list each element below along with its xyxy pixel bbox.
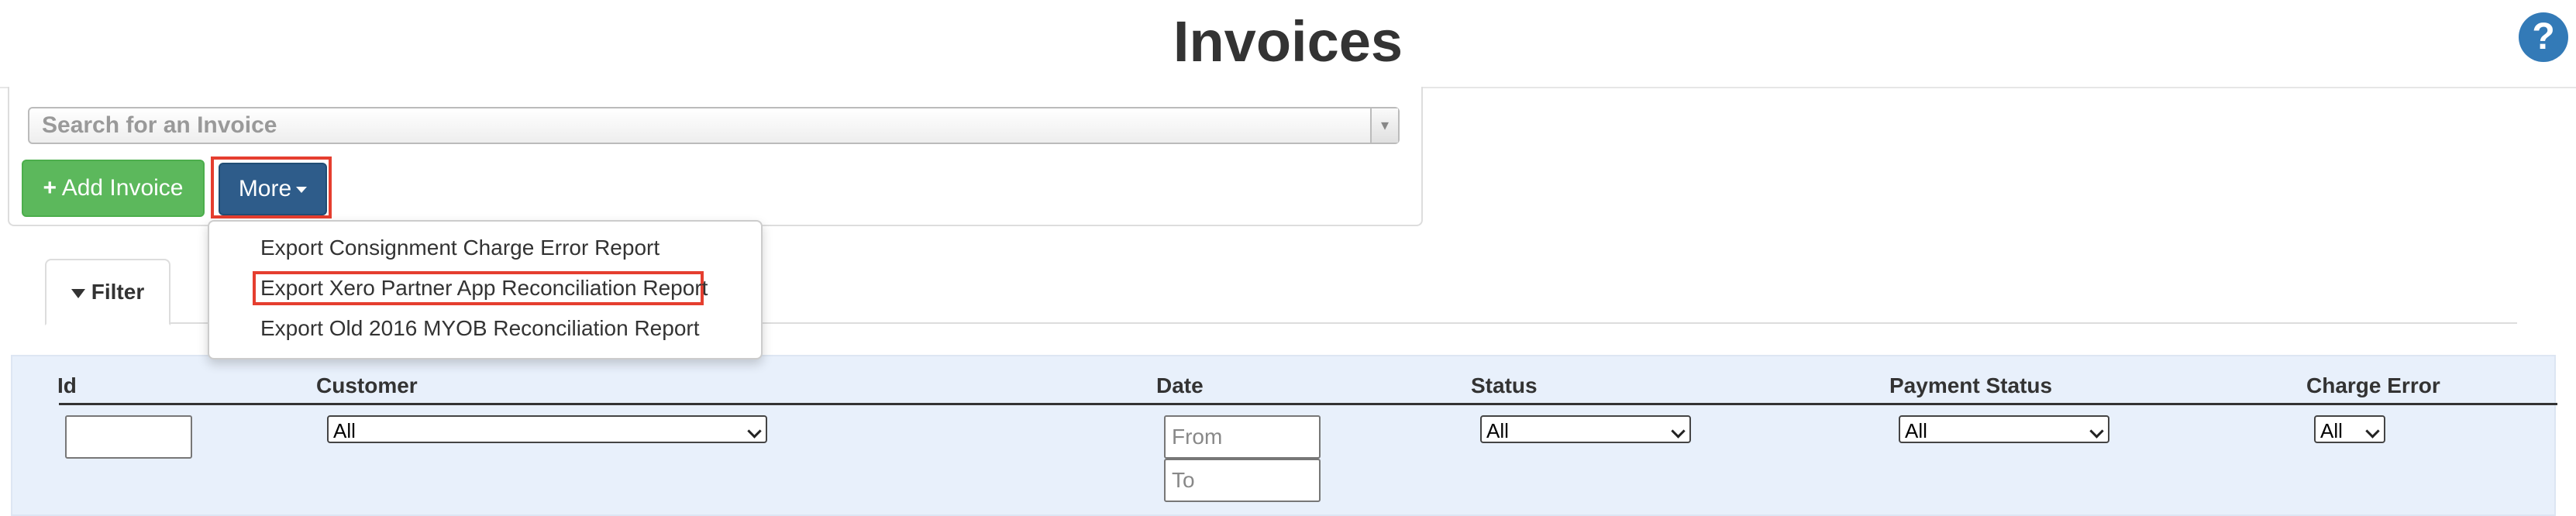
search-panel: Search for an Invoice ▾ + Add Invoice Mo…	[8, 87, 1423, 226]
question-circle-icon[interactable]: ?	[2519, 12, 2568, 62]
column-header-payment-status: Payment Status	[1889, 373, 2053, 397]
column-header-status: Status	[1471, 373, 1538, 397]
date-from-input[interactable]: From	[1164, 415, 1321, 459]
column-header-charge-error: Charge Error	[2306, 373, 2440, 397]
status-filter-select[interactable]: All	[1480, 415, 1691, 443]
tab-filter[interactable]: Filter	[45, 259, 170, 325]
menu-item-export-xero-reconciliation[interactable]: Export Xero Partner App Reconciliation R…	[260, 273, 708, 304]
charge-error-filter-select[interactable]: All	[2314, 415, 2385, 443]
page-header: Invoices ?	[0, 0, 2576, 88]
status-filter-value: All	[1486, 419, 1509, 442]
header-rule	[59, 403, 2557, 405]
search-placeholder: Search for an Invoice	[42, 112, 277, 138]
filter-area: Id Customer Date Status Payment Status C…	[11, 355, 2557, 516]
id-filter-input[interactable]	[65, 415, 192, 459]
column-header-date: Date	[1156, 373, 1204, 397]
funnel-icon	[71, 288, 85, 298]
charge-error-filter-value: All	[2320, 419, 2343, 442]
page-title: Invoices	[1173, 9, 1403, 74]
payment-status-filter-select[interactable]: All	[1899, 415, 2109, 443]
customer-filter-value: All	[333, 419, 356, 442]
chevron-down-icon	[2365, 424, 2380, 439]
more-button-highlight: More	[211, 157, 332, 218]
column-header-customer: Customer	[316, 373, 418, 397]
chevron-down-icon	[1671, 424, 1686, 439]
menu-item-export-consignment-charge-error[interactable]: Export Consignment Charge Error Report	[260, 232, 659, 263]
plus-icon: +	[43, 175, 57, 201]
chevron-down-icon	[747, 424, 762, 439]
invoice-search-select[interactable]: Search for an Invoice ▾	[28, 107, 1400, 144]
more-button[interactable]: More	[219, 163, 327, 215]
add-invoice-button[interactable]: + Add Invoice	[22, 160, 205, 217]
tab-filter-label: Filter	[91, 280, 145, 304]
date-to-input[interactable]: To	[1164, 459, 1321, 502]
caret-down-icon	[296, 187, 308, 194]
chevron-down-icon	[2089, 424, 2104, 439]
date-to-placeholder: To	[1172, 468, 1195, 492]
more-label: More	[238, 176, 292, 201]
customer-filter-select[interactable]: All	[327, 415, 767, 443]
more-dropdown-menu: Export Consignment Charge Error Report E…	[208, 220, 763, 359]
menu-item-export-myob-reconciliation[interactable]: Export Old 2016 MYOB Reconciliation Repo…	[260, 313, 700, 344]
date-from-placeholder: From	[1172, 425, 1223, 449]
payment-status-filter-value: All	[1905, 419, 1927, 442]
add-invoice-label: Add Invoice	[61, 175, 184, 201]
dropdown-arrow-icon[interactable]: ▾	[1370, 108, 1398, 143]
column-header-id: Id	[57, 373, 77, 397]
